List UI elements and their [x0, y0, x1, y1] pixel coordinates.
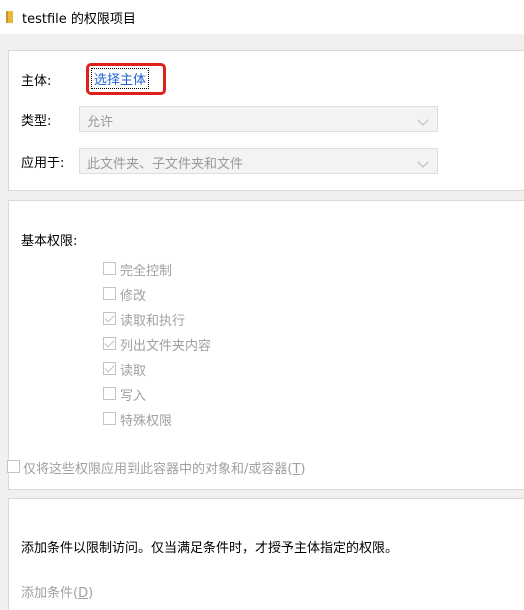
accelerator-key: D	[78, 586, 89, 601]
basic-permissions-label: 基本权限:	[21, 234, 78, 249]
applies-to-select[interactable]: 此文件夹、子文件夹和文件	[79, 148, 438, 174]
checkbox-checked[interactable]	[103, 312, 116, 325]
principal-panel: 主体: 选择主体 类型: 允许 应用于: 此文件夹、子文件夹和文件	[8, 50, 524, 191]
window-title: testfile 的权限项目	[22, 12, 136, 27]
title-bar: testfile 的权限项目	[0, 0, 524, 34]
chevron-down-icon	[417, 156, 429, 168]
conditions-description: 添加条件以限制访问。仅当满足条件时，才授予主体指定的权限。	[21, 541, 399, 556]
apply-only-text: 仅将这些权限应用到此容器中的对象和/或容器	[23, 462, 288, 477]
checkbox-checked[interactable]	[103, 337, 116, 350]
checkbox-checked[interactable]	[103, 362, 116, 375]
chevron-down-icon	[417, 114, 429, 126]
applies-to-select-value: 此文件夹、子文件夹和文件	[87, 157, 244, 172]
conditions-panel: 添加条件以限制访问。仅当满足条件时，才授予主体指定的权限。 添加条件(D)	[8, 498, 524, 610]
checkbox[interactable]	[7, 460, 20, 473]
type-select-value: 允许	[87, 115, 114, 130]
basic-permissions-panel: 基本权限: 完全控制 修改 读取和执行 列出文件夹内容 读取 写入 特殊权限 仅…	[7, 200, 524, 490]
checkbox[interactable]	[103, 412, 116, 425]
folder-icon	[6, 11, 13, 23]
checkbox[interactable]	[103, 287, 116, 300]
type-select[interactable]: 允许	[79, 106, 438, 132]
accelerator-key: T	[292, 462, 301, 477]
type-label: 类型:	[21, 114, 52, 129]
checkbox[interactable]	[103, 262, 116, 275]
principal-label: 主体:	[21, 74, 52, 89]
highlight-box	[86, 63, 166, 95]
checkbox[interactable]	[103, 387, 116, 400]
add-condition-link[interactable]: 添加条件(D)	[21, 582, 93, 601]
applies-to-label: 应用于:	[21, 156, 65, 171]
